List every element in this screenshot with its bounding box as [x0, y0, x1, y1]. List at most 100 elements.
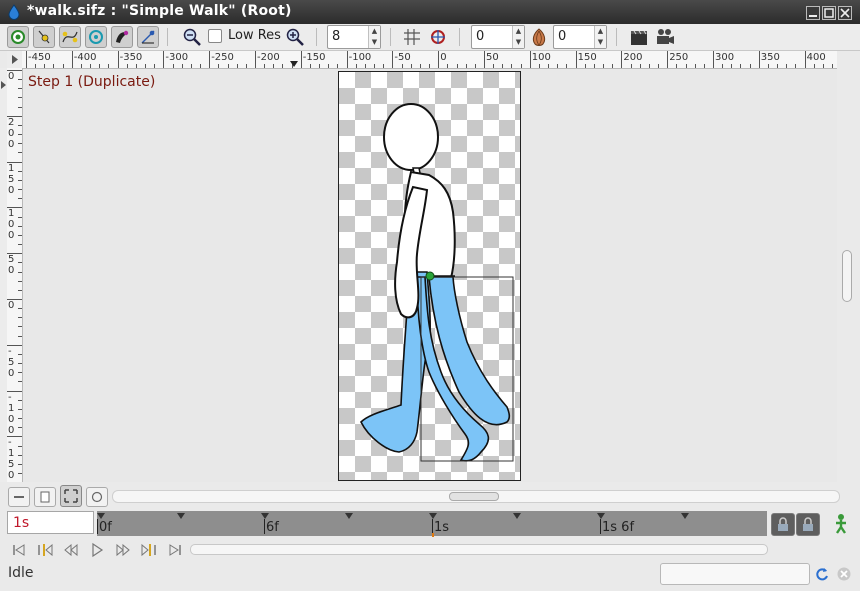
canvas-toolbar: Low Res 8 ▲ ▼ 0 ▲ ▼ 0 ▲ ▼: [0, 24, 860, 51]
toggle-vertex-ducks-button[interactable]: [59, 26, 81, 48]
ruler-major-tick: [758, 51, 760, 68]
figure-head: [383, 103, 439, 171]
zoom-out-button[interactable]: [181, 26, 203, 48]
seek-end-button[interactable]: [166, 542, 184, 558]
toggle-radius-ducks-button[interactable]: [85, 26, 107, 48]
time-label-0f: 0f: [99, 520, 112, 535]
ruler-minor-tick: [18, 179, 22, 181]
toggle-onion-skin-button[interactable]: [427, 26, 449, 48]
angle-ducks-icon: [141, 30, 155, 44]
toolbar-separator: [616, 28, 617, 46]
ruler-label: -100: [348, 52, 372, 63]
keyframe-marker: [513, 513, 521, 519]
ruler-minor-tick: [18, 143, 22, 145]
ruler-label: - 1 5 0: [8, 437, 15, 482]
resolution-spinbox[interactable]: 8 ▲ ▼: [327, 25, 381, 49]
ruler-minor-tick: [520, 64, 522, 68]
time-slider[interactable]: 0f 6f 1s 1s 6f: [97, 511, 767, 537]
ruler-minor-tick: [18, 234, 22, 236]
seek-begin-button[interactable]: [10, 542, 28, 558]
ruler-label: - 1 0 0: [8, 391, 15, 436]
seek-next-frame-button[interactable]: [114, 542, 132, 558]
ruler-minor-tick: [639, 64, 641, 68]
origin-duck: [425, 271, 435, 281]
ruler-minor-tick: [767, 64, 769, 68]
ruler-label: 0: [8, 71, 15, 82]
ruler-major-tick: [621, 51, 623, 68]
play-button[interactable]: [88, 542, 106, 558]
toggle-grid-button[interactable]: [401, 26, 423, 48]
stop-button[interactable]: [836, 566, 852, 582]
spin-arrows-icon[interactable]: ▲ ▼: [594, 26, 606, 48]
lock-future-keyframes-button[interactable]: [796, 513, 820, 536]
position-ducks-icon: [38, 30, 50, 44]
toggle-render-button[interactable]: [7, 26, 29, 48]
animation-mode-button[interactable]: [831, 513, 851, 535]
status-text: Idle: [8, 565, 34, 581]
ruler-label: 300: [715, 52, 735, 63]
spin-arrows-icon[interactable]: ▲ ▼: [368, 26, 380, 48]
render-button[interactable]: [628, 26, 650, 48]
preview-button[interactable]: [654, 26, 676, 48]
fit-window-button[interactable]: [60, 485, 82, 507]
ruler-minor-tick: [99, 64, 101, 68]
render-canvas[interactable]: [338, 71, 521, 481]
toggle-timebar-button[interactable]: [8, 487, 30, 507]
onion-future-spinbox[interactable]: 0 ▲ ▼: [553, 25, 607, 49]
current-time-value: 1s: [13, 515, 30, 531]
ruler-label: - 5 0: [8, 345, 15, 379]
onion-past-spinbox[interactable]: 0 ▲ ▼: [471, 25, 525, 49]
front-pants: [428, 276, 511, 426]
toggle-position-ducks-button[interactable]: [33, 26, 55, 48]
vertical-scrollbar-thumb[interactable]: [842, 250, 852, 302]
toolbar-separator: [390, 28, 391, 46]
ruler-major-tick: [26, 51, 27, 68]
maximize-button[interactable]: [822, 6, 836, 20]
ruler-minor-tick: [172, 64, 174, 68]
ruler-minor-tick: [18, 308, 22, 310]
toggle-animation-button[interactable]: [86, 487, 108, 507]
play-icon: [92, 542, 104, 558]
ruler-label: 100: [531, 52, 551, 63]
spin-arrows-icon[interactable]: ▲ ▼: [512, 26, 524, 48]
onion-skin-button[interactable]: [528, 26, 550, 48]
ruler-minor-tick: [465, 64, 467, 68]
seek-prev-frame-button[interactable]: [62, 542, 80, 558]
left-gutter: [0, 68, 7, 482]
close-button[interactable]: [838, 6, 852, 20]
prev-frame-icon: [64, 543, 78, 557]
ruler-minor-tick: [337, 64, 339, 68]
ruler-minor-tick: [18, 216, 22, 218]
time-tick: [600, 519, 601, 534]
ruler-minor-tick: [18, 363, 22, 365]
horizontal-scrollbar[interactable]: [112, 490, 840, 503]
ruler-minor-tick: [18, 170, 22, 172]
toggle-params-button[interactable]: [34, 487, 56, 507]
seek-next-keyframe-button[interactable]: [140, 542, 158, 558]
ruler-minor-tick: [35, 64, 37, 68]
horizontal-scrollbar-thumb[interactable]: [449, 492, 499, 501]
lock-icon: [803, 517, 813, 531]
title-bar: *walk.sifz : "Simple Walk" (Root): [0, 0, 860, 24]
current-time-field[interactable]: 1s: [7, 511, 94, 534]
ruler-label: -350: [119, 52, 143, 63]
zoom-in-button[interactable]: [284, 26, 306, 48]
ruler-corner: [7, 51, 22, 68]
toggle-angle-ducks-button[interactable]: [137, 26, 159, 48]
minimize-button[interactable]: [806, 6, 820, 20]
seek-prev-keyframe-button[interactable]: [36, 542, 54, 558]
time-cursor[interactable]: [432, 533, 434, 537]
ruler-minor-tick: [593, 64, 595, 68]
refresh-button[interactable]: [814, 566, 830, 582]
lock-past-keyframes-button[interactable]: [771, 513, 795, 536]
ruler-minor-tick: [676, 64, 678, 68]
ruler-minor-tick: [703, 64, 705, 68]
maximize-icon: [824, 8, 834, 18]
low-res-checkbox[interactable]: [208, 29, 222, 43]
reset-icon: [91, 491, 103, 503]
ruler-minor-tick: [18, 152, 22, 154]
ruler-minor-tick: [264, 64, 266, 68]
time-zoom-scrollbar[interactable]: [190, 544, 768, 555]
ruler-major-tick: [255, 51, 256, 68]
toggle-width-ducks-button[interactable]: [111, 26, 133, 48]
